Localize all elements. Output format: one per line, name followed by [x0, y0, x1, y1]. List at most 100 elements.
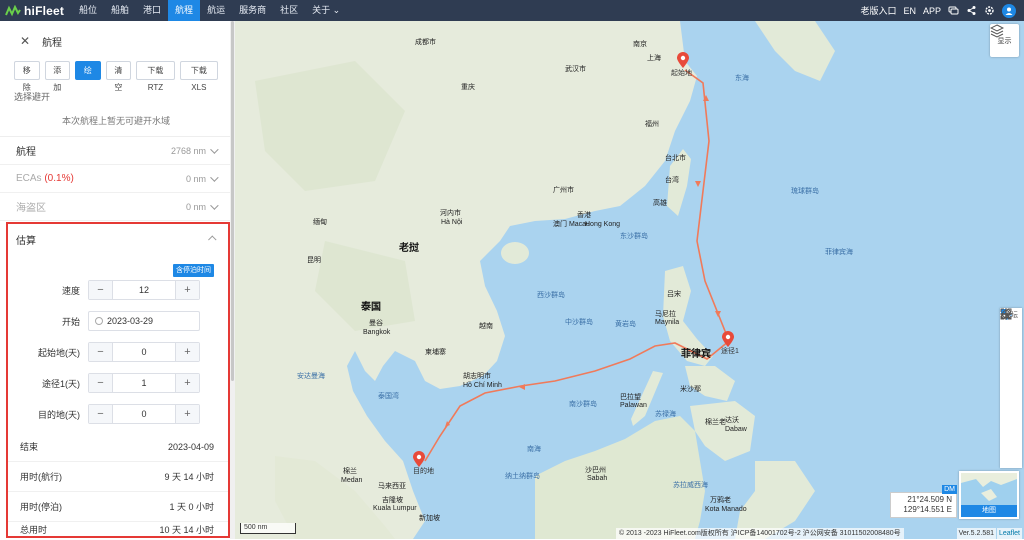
increment-button[interactable]: +	[175, 405, 199, 423]
map-label-hanoi: Hà Nội	[441, 219, 463, 226]
wave-logo-icon	[5, 4, 21, 16]
origin-days-stepper[interactable]: − 0 +	[88, 342, 200, 362]
estimate-header[interactable]: 估算	[8, 224, 228, 254]
map-label-hanoi-cn: 河内市	[440, 210, 461, 217]
nav-item-shipping[interactable]: 航运	[200, 0, 232, 21]
korea-japan-edge	[755, 21, 835, 81]
metric-distance[interactable]: 航程 2768 nm	[0, 137, 232, 165]
basemap-label: 地图	[961, 505, 1017, 517]
origin-days-value[interactable]: 0	[113, 343, 175, 361]
top-nav-bar: hiFleet 船位 船舶 港口 航程 航运 服务商 社区 关于 ⌄ 老版入口 …	[0, 0, 1024, 21]
nav-item-providers[interactable]: 服务商	[232, 0, 273, 21]
add-button[interactable]: 添加	[44, 61, 71, 92]
panel-scrollbar-thumb[interactable]	[231, 21, 234, 381]
map-label-taiwan: 台湾	[665, 177, 679, 184]
angle-measure-icon[interactable]	[1001, 308, 1018, 354]
speed-value[interactable]: 12	[113, 281, 175, 299]
share-icon[interactable]	[966, 5, 977, 16]
waypoint-marker-icon[interactable]	[722, 331, 734, 347]
chevron-down-icon	[210, 200, 219, 210]
coord-format-toggle[interactable]: DM	[942, 485, 957, 494]
nav-item-ports[interactable]: 港口	[136, 0, 168, 21]
start-row: 开始 2023-03-29	[8, 310, 228, 332]
map-label-feilvbinhai: 菲律宾海	[825, 249, 853, 256]
speed-row: 速度 − 12 +	[8, 279, 228, 301]
speed-stepper[interactable]: − 12 +	[88, 280, 200, 300]
ruler-icon[interactable]	[1000, 308, 1018, 337]
origin-marker-icon[interactable]	[677, 52, 689, 68]
zoom-in-icon[interactable]	[1001, 309, 1018, 422]
basemap-switcher[interactable]: 地图	[959, 471, 1019, 519]
zoom-out-icon[interactable]	[1001, 313, 1018, 439]
nav-item-position[interactable]: 船位	[72, 0, 104, 21]
download-xls-button[interactable]: 下载XLS	[179, 61, 219, 92]
map-label-sabah-en: Sabah	[587, 475, 608, 482]
map-label-visayas: 米沙鄢	[680, 386, 701, 393]
panel-header: ✕ 航程	[0, 21, 232, 61]
close-icon[interactable]: ✕	[20, 34, 30, 48]
map-basemap	[235, 21, 835, 539]
clear-button[interactable]: 清空	[105, 61, 132, 92]
draw-button[interactable]: 绘制	[75, 61, 101, 92]
map-label-nanhai: 南海	[527, 446, 541, 453]
increment-button[interactable]: +	[175, 374, 199, 392]
start-date-value: 2023-03-29	[107, 316, 154, 326]
dest-days-stepper[interactable]: − 0 +	[88, 404, 200, 424]
layers-icon	[990, 24, 1004, 38]
decrement-button[interactable]: −	[89, 281, 113, 299]
minimap-thumbnail	[961, 473, 1017, 501]
decrement-button[interactable]: −	[89, 343, 113, 361]
nav-item-community[interactable]: 社区	[273, 0, 305, 21]
nav-item-about[interactable]: 关于 ⌄	[305, 0, 347, 21]
locate-icon[interactable]	[1000, 308, 1018, 405]
map-label-philippines: 菲律宾	[681, 349, 711, 360]
start-date-picker[interactable]: 2023-03-29	[88, 311, 200, 331]
remove-button[interactable]: 移除	[14, 61, 40, 92]
old-version-link[interactable]: 老版入口	[860, 4, 896, 17]
increment-button[interactable]: +	[175, 281, 199, 299]
map-label-thailand: 泰国	[361, 302, 381, 313]
nav-item-voyage[interactable]: 航程	[168, 0, 201, 21]
hifleet-logo[interactable]: hiFleet	[0, 0, 72, 21]
map-label-huangyan: 黄岩岛	[615, 321, 636, 328]
decrement-button[interactable]: −	[89, 374, 113, 392]
metric-distance-label: 航程	[16, 147, 36, 158]
leaflet-link[interactable]: Leaflet	[996, 528, 1022, 539]
map-label-nanjing: 南京	[633, 41, 647, 48]
map-label-burma: 缅甸	[313, 219, 327, 226]
metric-piracy[interactable]: 海盗区 0 nm	[0, 193, 232, 221]
map-label-medan: Medan	[341, 477, 363, 484]
map-attribution: © 2013 -2023 HiFleet.com版权所有 沪ICP备140017…	[616, 528, 904, 539]
panel-title: 航程	[42, 37, 63, 49]
destination-marker-label: 目的地	[413, 468, 434, 475]
result-total-value: 10 天 14 小时	[159, 524, 214, 535]
fullscreen-icon[interactable]	[1000, 308, 1018, 388]
map-label-zhongsha: 中沙群岛	[565, 319, 593, 326]
map-label-xisha: 西沙群岛	[537, 292, 565, 299]
waypoint-days-value[interactable]: 1	[113, 374, 175, 392]
nav-item-ships[interactable]: 船舶	[104, 0, 136, 21]
map-canvas[interactable]: 起始地 途径1 目的地 成都市 重庆 武汉市 上海 南京 东海 福州 台北市 台…	[235, 21, 1024, 539]
language-switch[interactable]: EN	[903, 6, 916, 16]
increment-button[interactable]: +	[175, 343, 199, 361]
download-rtz-button[interactable]: 下载RTZ	[136, 61, 175, 92]
user-avatar-icon[interactable]	[1002, 3, 1016, 18]
dest-days-value[interactable]: 0	[113, 405, 175, 423]
map-label-bangkok-cn: 曼谷	[369, 320, 383, 327]
map-label-medan-cn: 棉兰	[343, 468, 357, 475]
map-label-davao-cn: 达沃	[725, 417, 739, 424]
area-select-icon[interactable]	[1001, 309, 1018, 371]
app-link[interactable]: APP	[923, 6, 941, 16]
waypoint-marker-label: 途径1	[721, 348, 739, 355]
map-label-cambodia: 柬埔寨	[425, 349, 446, 356]
destination-marker-icon[interactable]	[413, 451, 425, 467]
nav-right-tools: 老版入口 EN APP	[860, 0, 1024, 21]
waypoint-days-stepper[interactable]: − 1 +	[88, 373, 200, 393]
origin-marker-label: 起始地	[671, 70, 692, 77]
include-stop-time-button[interactable]: 含停泊时间	[173, 264, 214, 277]
decrement-button[interactable]: −	[89, 405, 113, 423]
chat-icon[interactable]	[948, 5, 959, 16]
metric-ecas[interactable]: ECAs (0.1%) 0 nm	[0, 165, 232, 193]
layers-button[interactable]: 显示	[990, 24, 1019, 57]
settings-gear-icon[interactable]	[984, 5, 995, 16]
